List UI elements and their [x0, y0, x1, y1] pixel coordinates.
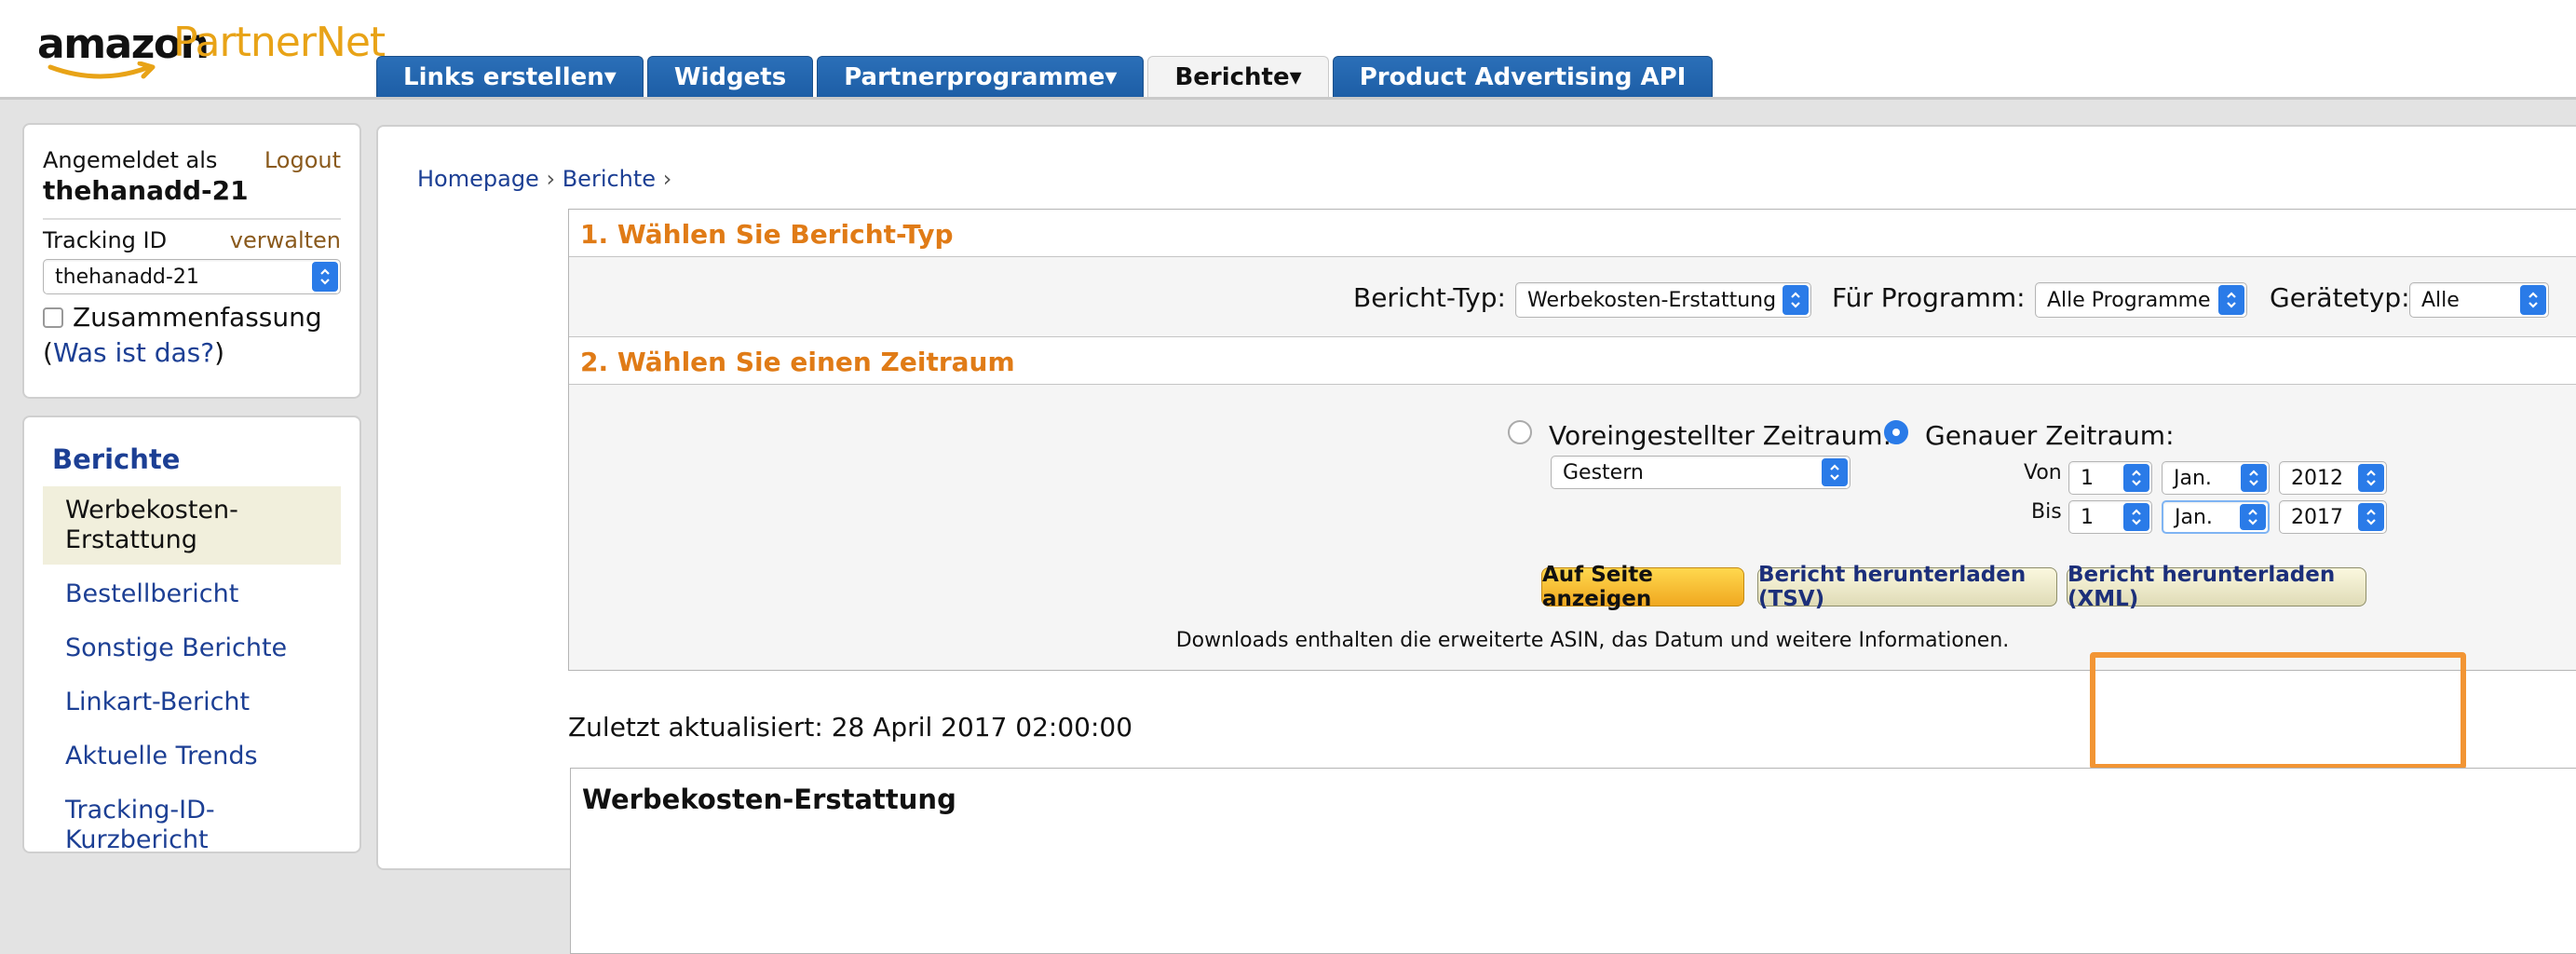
from-label: Von — [2024, 461, 2062, 484]
report-type-value: Werbekosten-Erstattung — [1527, 288, 1777, 312]
tab-links-erstellen[interactable]: Links erstellen▾ — [376, 56, 644, 97]
updown-arrow-icon — [2520, 285, 2546, 315]
summary-option: Zusammenfassung — [43, 302, 322, 333]
from-year-select[interactable]: 2012 — [2279, 461, 2387, 495]
smile-arrow-icon — [47, 61, 156, 79]
report-type-label: Bericht-Typ: — [1353, 282, 1506, 313]
summary-checkbox[interactable] — [43, 307, 63, 328]
reports-nav-panel: Berichte Werbekosten-Erstattung Bestellb… — [22, 416, 361, 854]
exact-range-label: Genauer Zeitraum: — [1925, 420, 2175, 451]
updown-arrow-icon — [2358, 464, 2384, 492]
breadcrumb-separator: › — [546, 166, 556, 192]
tab-widgets[interactable]: Widgets — [646, 56, 814, 97]
show-on-page-button[interactable]: Auf Seite anzeigen — [1541, 563, 1744, 611]
top-header: amazon PartnerNet Links erstellen▾ Widge… — [0, 0, 2576, 100]
nav-item-aktuelle-trends[interactable]: Aktuelle Trends — [43, 732, 341, 781]
section-report-type-header: 1. Wählen Sie Bericht-Typ — [569, 210, 2576, 257]
username: thehanadd-21 — [43, 175, 249, 206]
tracking-id-select[interactable]: thehanadd-21 — [43, 259, 341, 294]
paren-open: ( — [43, 337, 53, 368]
device-type-value: Alle — [2421, 288, 2460, 312]
downloads-note: Downloads enthalten die erweiterte ASIN,… — [1175, 629, 2010, 652]
program-select[interactable]: Alle Programme — [2035, 282, 2247, 318]
tracking-id-label: Tracking ID — [43, 227, 168, 253]
section-report-type-title: 1. Wählen Sie Bericht-Typ — [580, 219, 954, 250]
summary-label: Zusammenfassung — [73, 302, 322, 333]
from-month-select[interactable]: Jan. — [2162, 461, 2270, 495]
updown-arrow-icon — [312, 262, 338, 292]
breadcrumb-berichte[interactable]: Berichte — [563, 166, 656, 192]
paren-close: ) — [214, 337, 225, 368]
report-options-box: 1. Wählen Sie Bericht-Typ Bericht-Typ: W… — [568, 209, 2576, 671]
download-xml-button[interactable]: Bericht herunterladen (XML) — [2067, 563, 2366, 611]
nav-item-bestellbericht[interactable]: Bestellbericht — [43, 570, 341, 619]
from-year-value: 2012 — [2291, 466, 2343, 490]
updown-arrow-icon — [2241, 464, 2267, 492]
logout-link[interactable]: Logout — [264, 147, 341, 173]
manage-tracking-link[interactable]: verwalten — [230, 227, 341, 253]
program-value: Alle Programme — [2047, 288, 2211, 312]
download-tsv-button[interactable]: Bericht herunterladen (TSV) — [1757, 563, 2057, 611]
section-timeframe-title: 2. Wählen Sie einen Zeitraum — [580, 347, 1015, 377]
updown-arrow-icon — [1783, 285, 1809, 315]
reports-nav-list: Werbekosten-Erstattung Bestellbericht So… — [43, 486, 341, 870]
from-month-value: Jan. — [2174, 466, 2212, 490]
help-link[interactable]: Was ist das? — [53, 337, 214, 368]
results-box: Werbekosten-Erstattung — [570, 768, 2576, 954]
to-year-value: 2017 — [2291, 505, 2343, 529]
preset-range-label: Voreingestellter Zeitraum: — [1549, 420, 1892, 451]
last-updated-text: Zuletzt aktualisiert: 28 April 2017 02:0… — [568, 712, 1133, 743]
tab-product-advertising-api[interactable]: Product Advertising API — [1332, 56, 1714, 97]
breadcrumb: Homepage › Berichte › — [417, 166, 671, 192]
account-panel: Angemeldet als Logout thehanadd-21 Track… — [22, 123, 361, 399]
preset-range-select[interactable]: Gestern — [1551, 456, 1851, 489]
help-row: (Was ist das?) — [43, 337, 224, 368]
updown-arrow-icon — [2123, 503, 2149, 531]
preset-range-radio[interactable] — [1508, 420, 1532, 444]
breadcrumb-homepage[interactable]: Homepage — [417, 166, 539, 192]
to-month-value: Jan. — [2175, 505, 2213, 529]
device-type-select[interactable]: Alle — [2409, 282, 2549, 318]
main-content-panel: Homepage › Berichte › 1. Wählen Sie Beri… — [376, 125, 2576, 954]
updown-arrow-icon — [2358, 503, 2384, 531]
breadcrumb-separator: › — [662, 166, 672, 192]
updown-arrow-icon — [2218, 285, 2244, 315]
report-type-select[interactable]: Werbekosten-Erstattung — [1515, 282, 1811, 318]
nav-item-sonstige-berichte[interactable]: Sonstige Berichte — [43, 624, 341, 673]
program-label: Für Programm: — [1832, 282, 2026, 313]
to-year-select[interactable]: 2017 — [2279, 500, 2387, 534]
to-month-select[interactable]: Jan. — [2162, 500, 2270, 534]
main-nav-tabs: Links erstellen▾ Widgets Partnerprogramm… — [376, 56, 1714, 97]
tab-berichte[interactable]: Berichte▾ — [1147, 56, 1329, 97]
updown-arrow-icon — [2123, 464, 2149, 492]
results-title: Werbekosten-Erstattung — [582, 784, 956, 815]
logged-in-label: Angemeldet als — [43, 147, 218, 173]
exact-range-radio[interactable] — [1884, 420, 1908, 444]
updown-arrow-icon — [1822, 458, 1848, 486]
reports-nav-heading[interactable]: Berichte — [52, 443, 180, 475]
divider — [43, 218, 341, 220]
from-day-value: 1 — [2081, 466, 2094, 490]
section-timeframe-header: 2. Wählen Sie einen Zeitraum — [569, 336, 2576, 385]
to-day-value: 1 — [2081, 505, 2094, 529]
to-label: Bis — [2031, 500, 2062, 524]
nav-item-tracking-id-kurzbericht[interactable]: Tracking-ID-Kurzbericht — [43, 786, 341, 865]
nav-item-linkart-bericht[interactable]: Linkart-Bericht — [43, 678, 341, 727]
from-day-select[interactable]: 1 — [2068, 461, 2152, 495]
device-type-label: Gerätetyp: — [2270, 282, 2410, 313]
nav-item-werbekosten-erstattung[interactable]: Werbekosten-Erstattung — [43, 486, 341, 565]
to-day-select[interactable]: 1 — [2068, 500, 2152, 534]
tracking-id-value: thehanadd-21 — [55, 265, 199, 289]
preset-range-value: Gestern — [1563, 460, 1644, 484]
updown-arrow-icon — [2240, 504, 2266, 530]
logo-partnernet-text: PartnerNet — [173, 19, 386, 66]
tab-partnerprogramme[interactable]: Partnerprogramme▾ — [817, 56, 1145, 97]
